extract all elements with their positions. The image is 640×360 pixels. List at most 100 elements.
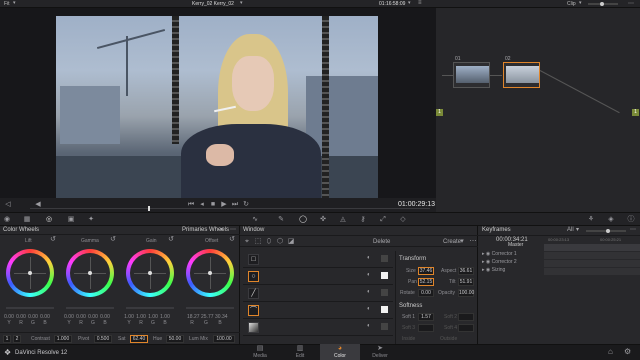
mask-toggle[interactable]	[381, 289, 388, 296]
viewer-frame[interactable]	[56, 16, 378, 198]
settings-icon[interactable]: ⚙	[624, 347, 631, 356]
wheel-puck[interactable]	[88, 271, 92, 275]
chevron-down-icon[interactable]: ▾	[220, 226, 223, 233]
chevron-down-icon[interactable]: ▾	[457, 238, 467, 246]
tab-edit[interactable]: ▥ Edit	[280, 344, 320, 360]
more-icon[interactable]: ⋯	[230, 226, 236, 233]
chevron-down-icon[interactable]: ▾	[576, 226, 579, 233]
track-sizing[interactable]: ▸ ◉ Sizing	[482, 267, 542, 275]
page-two-button[interactable]: 2	[13, 335, 21, 343]
reset-icon[interactable]: ↺	[108, 236, 118, 244]
wheel-puck[interactable]	[28, 271, 32, 275]
window-tool-icon[interactable]: ⬯	[264, 238, 274, 246]
color-wheels-icon[interactable]: ◎	[44, 216, 54, 224]
lift-wheel[interactable]	[6, 249, 54, 297]
window-tool-icon[interactable]: ⬡	[275, 238, 285, 246]
gain-master-wheel[interactable]	[126, 307, 174, 309]
mask-toggle[interactable]	[381, 306, 388, 313]
hue-field[interactable]: 50.00	[166, 335, 184, 343]
pan-field[interactable]: 52.15	[418, 278, 434, 286]
window-tool-icon[interactable]: ⌖	[242, 238, 252, 246]
node-01[interactable]: 01	[453, 56, 490, 88]
gradient-window-icon[interactable]	[248, 322, 259, 333]
clip-menu[interactable]: Clip	[567, 1, 576, 7]
window-row-polygon[interactable]: ╱ ◐	[243, 285, 393, 302]
sat-field[interactable]: 62.40	[130, 335, 148, 343]
qualifier-icon[interactable]: ✎	[276, 216, 286, 224]
chevron-down-icon[interactable]: ▾	[240, 0, 243, 6]
zoom-slider-handle[interactable]	[600, 2, 604, 6]
zoom-slider[interactable]	[588, 2, 618, 6]
wheel-puck[interactable]	[148, 271, 152, 275]
size-field[interactable]: 37.46	[418, 267, 434, 275]
soft1-field[interactable]: 1.57	[418, 313, 434, 321]
reset-icon[interactable]: ↺	[48, 236, 58, 244]
node-editor[interactable]: 1 1	[436, 8, 640, 212]
color-match-icon[interactable]: ▦	[22, 216, 32, 224]
filter-dropdown[interactable]: All	[567, 227, 574, 233]
lummix-field[interactable]: 100.00	[213, 335, 235, 343]
rotate-field[interactable]: 0.00	[418, 289, 434, 297]
window-row-circle[interactable]: ○ ◐	[243, 268, 393, 285]
camera-raw-icon[interactable]: ◉	[2, 216, 12, 224]
reset-icon[interactable]: ↺	[227, 236, 237, 244]
info-icon[interactable]: ⓘ	[626, 216, 636, 224]
rgb-mixer-icon[interactable]: ▣	[66, 216, 76, 224]
more-icon[interactable]: ⋯	[630, 226, 636, 233]
contrast-field[interactable]: 1.000	[54, 335, 72, 343]
node-02[interactable]: 02	[503, 56, 540, 88]
lift-master-wheel[interactable]	[6, 307, 54, 309]
key-icon[interactable]: ⚷	[358, 216, 368, 224]
input-node[interactable]: 1	[436, 109, 443, 116]
nodes-icon[interactable]: ⚘	[586, 216, 596, 224]
inverse-icon[interactable]: ◐	[367, 323, 371, 329]
reset-icon[interactable]: ↺	[166, 236, 176, 244]
curves-icon[interactable]: ∿	[250, 216, 260, 224]
rectangle-window-icon[interactable]: □	[248, 254, 259, 265]
window-tool-icon[interactable]: ⬚	[253, 238, 263, 246]
playhead[interactable]	[148, 206, 150, 211]
sizing-icon[interactable]: ⤢	[378, 216, 388, 224]
soft4-field[interactable]	[458, 324, 474, 332]
hamburger-icon[interactable]: ≡	[418, 0, 422, 6]
curve-window-icon[interactable]: ⌒	[248, 305, 259, 316]
keyframe-zoom-handle[interactable]	[606, 229, 610, 233]
wheel-puck[interactable]	[208, 271, 212, 275]
keyframe-zoom-slider[interactable]	[586, 229, 626, 233]
offset-wheel[interactable]	[186, 249, 234, 297]
blur-icon[interactable]: ◬	[338, 216, 348, 224]
more-icon[interactable]: ⋯	[468, 238, 478, 246]
scopes-icon[interactable]: ◈	[606, 216, 616, 224]
mask-toggle[interactable]	[381, 255, 388, 262]
track-master[interactable]: Master	[508, 242, 568, 250]
scrubber[interactable]	[30, 208, 430, 209]
tab-color[interactable]: ◕ Color	[320, 344, 360, 360]
soft2-field[interactable]	[458, 313, 474, 321]
track-corrector-2[interactable]: ▸ ◉ Corrector 2	[482, 259, 542, 267]
inverse-icon[interactable]: ◐	[367, 255, 371, 261]
gamma-wheel[interactable]	[66, 249, 114, 297]
home-icon[interactable]: ⌂	[608, 347, 613, 356]
window-row-curve[interactable]: ⌒ ◐	[243, 302, 393, 319]
fit-dropdown[interactable]: Fit	[4, 1, 10, 7]
chevron-down-icon[interactable]: ▾	[408, 0, 411, 6]
delete-button[interactable]: Delete	[373, 239, 390, 245]
circle-window-icon[interactable]: ○	[248, 271, 259, 282]
pivot-field[interactable]: 0.500	[94, 335, 112, 343]
track-corrector-1[interactable]: ▸ ◉ Corrector 1	[482, 251, 542, 259]
offset-master-wheel[interactable]	[186, 307, 234, 309]
gamma-master-wheel[interactable]	[66, 307, 114, 309]
more-icon[interactable]: ⋯	[628, 0, 634, 7]
gain-wheel[interactable]	[126, 249, 174, 297]
motion-effects-icon[interactable]: ✦	[86, 216, 96, 224]
mask-toggle[interactable]	[381, 272, 388, 279]
mask-toggle[interactable]	[381, 323, 388, 330]
inverse-icon[interactable]: ◐	[367, 306, 371, 312]
soft3-field[interactable]	[418, 324, 434, 332]
window-row-linear[interactable]: □ ◐	[243, 251, 393, 268]
window-tool-icon[interactable]: ◪	[286, 238, 296, 246]
opacity-field[interactable]: 100.00	[458, 289, 474, 297]
polygon-window-icon[interactable]: ╱	[248, 288, 259, 299]
inverse-icon[interactable]: ◐	[367, 289, 371, 295]
audio-icon[interactable]: ◁	[3, 201, 13, 209]
